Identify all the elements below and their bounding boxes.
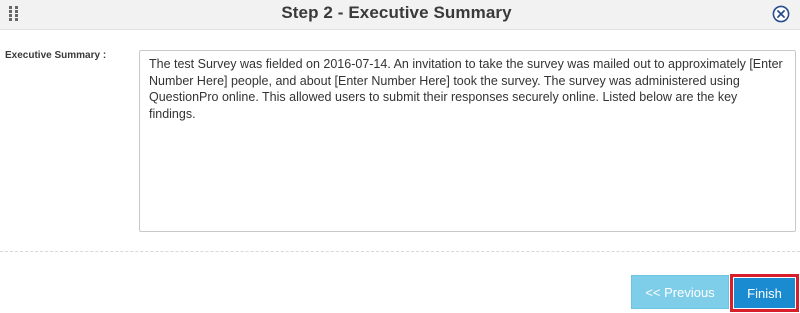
close-icon[interactable] [772,5,790,23]
executive-summary-label: Executive Summary : [5,50,107,61]
finish-button[interactable]: Finish [734,278,795,308]
footer-divider [0,251,800,252]
previous-button[interactable]: << Previous [631,275,729,309]
dialog-header: Step 2 - Executive Summary [0,0,800,30]
dialog-title: Step 2 - Executive Summary [281,3,512,22]
executive-summary-textarea[interactable]: The test Survey was fielded on 2016-07-1… [139,50,796,232]
